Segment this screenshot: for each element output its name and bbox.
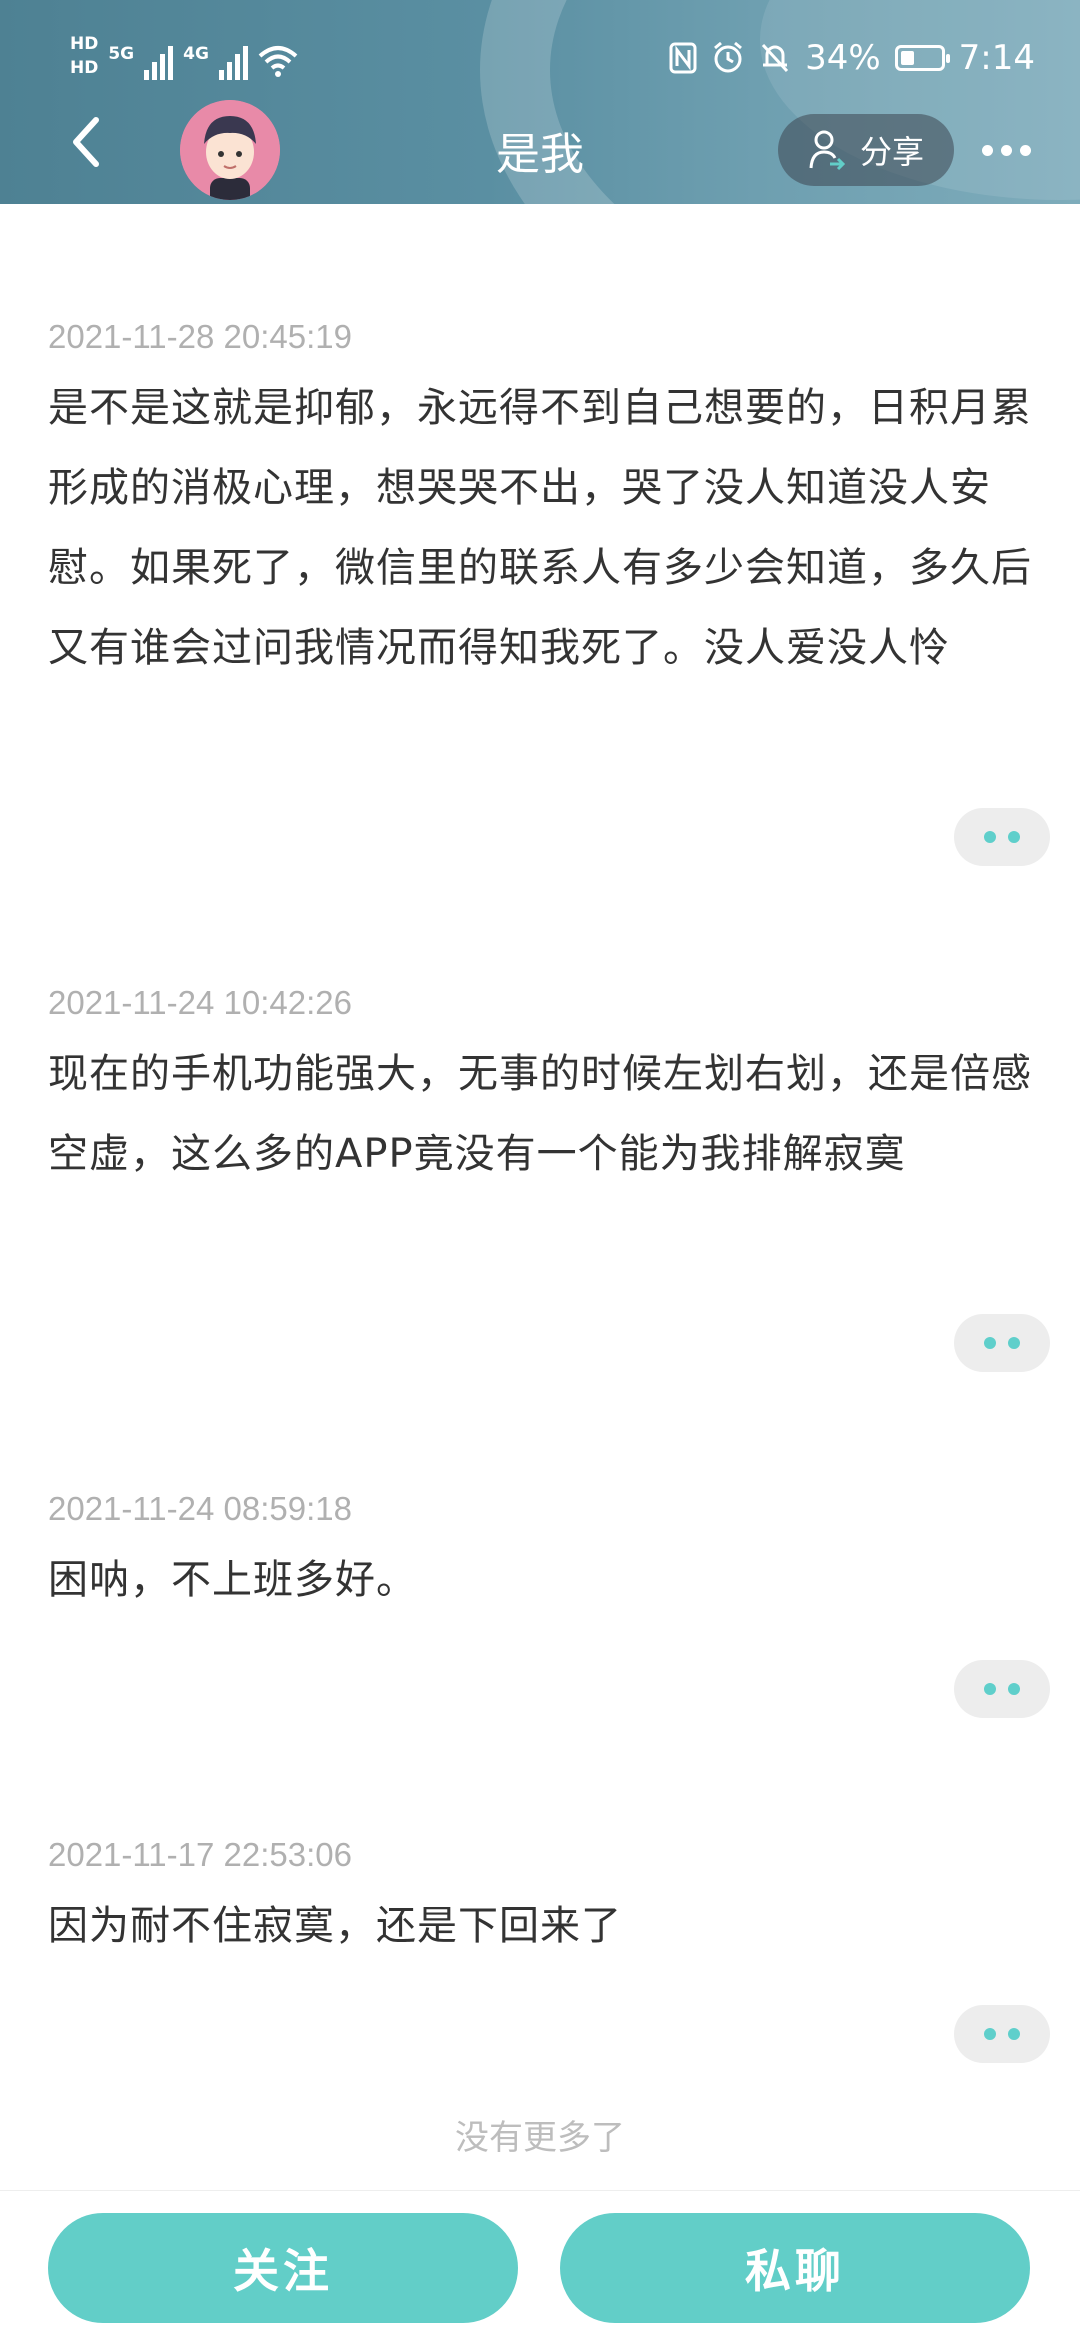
post-text: 现在的手机功能强大，无事的时候左划右划，还是倍感空虚，这么多的APP竟没有一个能… [48, 1051, 1032, 1177]
alarm-icon [714, 41, 743, 73]
status-right: 34% 7:14 [669, 38, 1035, 78]
mute-bell-icon [761, 43, 789, 73]
status-bar: HD HD 5G 4G 34% 7:14 [0, 0, 1080, 120]
post-more-button[interactable] [954, 808, 1050, 866]
wifi-icon [258, 46, 298, 77]
post-item: 2021-11-28 20:45:19 是不是这就是抑郁，永远得不到自己想要的，… [48, 318, 1048, 688]
post-time: 2021-11-17 22:53:06 [48, 1836, 352, 1873]
signal-icon-2 [218, 40, 248, 80]
post-time: 2021-11-28 20:45:19 [48, 318, 352, 355]
header: HD HD 5G 4G 34% 7:14 是我 分享 [0, 0, 1080, 204]
share-button[interactable]: 分享 [778, 114, 954, 186]
post-time: 2021-11-24 10:42:26 [48, 984, 352, 1021]
no-more-text: 没有更多了 [455, 2118, 625, 2158]
post-text: 是不是这就是抑郁，永远得不到自己想要的，日积月累形成的消极心理，想哭哭不出，哭了… [48, 385, 1032, 671]
post-item: 2021-11-24 10:42:26 现在的手机功能强大，无事的时候左划右划，… [48, 984, 1048, 1194]
share-user-icon [809, 130, 846, 171]
hd-2: HD [70, 58, 99, 78]
battery-fill [900, 51, 914, 65]
post-more-button[interactable] [954, 1660, 1050, 1718]
nfc-icon [669, 42, 697, 74]
signal-icon [144, 40, 174, 80]
share-label: 分享 [859, 133, 924, 171]
battery-percent: 34% [805, 38, 881, 78]
bottom-bar: 关注 私聊 [0, 2190, 1080, 2341]
follow-button[interactable]: 关注 [48, 2213, 518, 2323]
post-text: 因为耐不住寂寞，还是下回来了 [48, 1903, 622, 1949]
hd-1: HD [70, 34, 99, 54]
post-text: 困呐，不上班多好。 [48, 1557, 417, 1603]
private-chat-button[interactable]: 私聊 [560, 2213, 1030, 2323]
more-icon[interactable] [982, 132, 1038, 168]
battery-icon [894, 45, 950, 71]
hd-indicators: HD HD [70, 32, 98, 80]
net-type-1: 5G [108, 44, 135, 64]
post-more-button[interactable] [954, 2005, 1050, 2063]
post-time: 2021-11-24 08:59:18 [48, 1490, 352, 1527]
post-item: 2021-11-17 22:53:06 因为耐不住寂寞，还是下回来了 [48, 1836, 1048, 1966]
post-item: 2021-11-24 08:59:18 困呐，不上班多好。 [48, 1490, 1048, 1620]
post-more-button[interactable] [954, 1314, 1050, 1372]
status-left: HD HD 5G 4G [70, 32, 298, 92]
clock: 7:14 [958, 38, 1035, 78]
net-type-2: 4G [183, 44, 209, 64]
